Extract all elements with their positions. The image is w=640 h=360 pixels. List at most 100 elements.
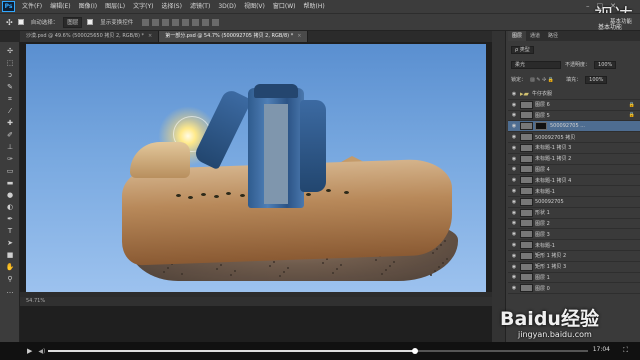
visibility-eye-icon[interactable]: ◉: [508, 145, 520, 151]
visibility-eye-icon[interactable]: ◉: [508, 156, 520, 162]
dodge-tool-icon[interactable]: ◐: [5, 204, 15, 211]
visibility-eye-icon[interactable]: ◉: [508, 285, 520, 291]
visibility-eye-icon[interactable]: ◉: [508, 210, 520, 216]
brush-tool-icon[interactable]: ✐: [5, 132, 15, 139]
layer-row[interactable]: ◉ ▸▰ 牛仔衣服: [508, 89, 640, 100]
visibility-eye-icon[interactable]: ◉: [508, 134, 520, 140]
layer-filter-kind[interactable]: ρ 类型: [511, 45, 534, 54]
panel-tab[interactable]: 通道: [526, 31, 544, 41]
layer-row[interactable]: ◉ 图层 0: [508, 283, 640, 295]
layer-row[interactable]: ◉ 矩形 1 拷贝 3: [508, 262, 640, 273]
panel-tab[interactable]: 路径: [544, 31, 562, 41]
visibility-eye-icon[interactable]: ◉: [508, 102, 520, 108]
document-tab[interactable]: 沙漠.psd @ 49.6% (500025650 拷贝 2, RGB/8) *…: [20, 31, 160, 42]
layer-row[interactable]: ◉ 图层 6 🔒: [508, 100, 640, 111]
lock-icons[interactable]: ▨ ✎ ✣ 🔒: [530, 77, 554, 83]
layer-row[interactable]: ◉ 未标题-1 拷贝 2: [508, 154, 640, 165]
marquee-tool-icon[interactable]: ⬚: [5, 60, 15, 67]
shape-tool-icon[interactable]: ■: [5, 252, 15, 259]
fullscreen-icon[interactable]: ⛶: [623, 346, 628, 355]
visibility-eye-icon[interactable]: ◉: [508, 112, 520, 118]
zoom-tool-icon[interactable]: ⚲: [5, 276, 15, 283]
visibility-eye-icon[interactable]: ◉: [508, 91, 520, 97]
visibility-eye-icon[interactable]: ◉: [508, 166, 520, 172]
move-tool-icon[interactable]: ✣: [6, 18, 13, 27]
crop-tool-icon[interactable]: ⌗: [5, 96, 15, 103]
video-progress-track[interactable]: [48, 348, 588, 354]
layer-row[interactable]: ◉ 图层 3: [508, 229, 640, 241]
healing-tool-icon[interactable]: ✚: [5, 120, 15, 127]
transform-controls-checkbox[interactable]: [87, 19, 94, 25]
pen-tool-icon[interactable]: ✒: [5, 216, 15, 223]
layer-name: 未标题-1: [535, 188, 555, 195]
play-icon[interactable]: ▶: [27, 347, 32, 355]
layer-row[interactable]: ◉ 图层 5 🔒: [508, 111, 640, 122]
move-tool-icon[interactable]: ✣: [5, 48, 15, 55]
visibility-eye-icon[interactable]: ◉: [508, 188, 520, 194]
volume-icon[interactable]: ◀): [38, 348, 45, 355]
layer-mask-thumbnail[interactable]: [535, 122, 547, 131]
panel-tab[interactable]: 图层: [508, 31, 527, 41]
tree-silhouette: [176, 194, 181, 197]
layer-row[interactable]: ◉ 500092705 拷贝: [508, 132, 640, 143]
menu-item[interactable]: 文件(F): [18, 0, 46, 13]
hand-tool-icon[interactable]: ✋: [5, 264, 15, 271]
layer-row[interactable]: ◉ 未标题-1 拷贝 4: [508, 175, 640, 187]
minimize-button[interactable]: –: [586, 0, 590, 13]
lasso-tool-icon[interactable]: ↄ: [5, 72, 15, 79]
auto-select-dropdown[interactable]: 图层: [63, 16, 83, 28]
align-icons[interactable]: [142, 18, 220, 26]
layer-row[interactable]: ◉ 图层 2: [508, 219, 640, 230]
edit-toolbar-icon[interactable]: …: [5, 288, 15, 295]
layer-row[interactable]: ◉ 矩形 1 拷贝 2: [508, 251, 640, 262]
layer-row[interactable]: ◉ 未标题-1 拷贝 3: [508, 143, 640, 154]
layer-row[interactable]: ◉ 未标题-1: [508, 240, 640, 251]
visibility-eye-icon[interactable]: ◉: [508, 123, 520, 129]
menu-item[interactable]: 帮助(H): [300, 0, 329, 13]
fill-field[interactable]: 100%: [585, 75, 608, 84]
visibility-eye-icon[interactable]: ◉: [508, 220, 520, 226]
menu-item[interactable]: 3D(D): [214, 0, 240, 13]
menu-item[interactable]: 图像(I): [75, 0, 101, 13]
menu-item[interactable]: 文字(Y): [129, 0, 157, 13]
layer-row[interactable]: ◉ 500092705: [508, 197, 640, 208]
document-tab[interactable]: 第一部分.psd @ 54.7% (500092705 拷贝 2, RGB/8)…: [159, 31, 309, 42]
tree-silhouette: [188, 196, 193, 199]
eyedropper-tool-icon[interactable]: ⁄: [5, 108, 15, 115]
auto-select-checkbox[interactable]: [17, 19, 24, 25]
rock-speck: [273, 261, 275, 263]
gradient-tool-icon[interactable]: ▬: [5, 180, 15, 187]
layer-row[interactable]: ◉ 500092705 ...: [508, 121, 640, 133]
menu-item[interactable]: 编辑(E): [46, 0, 74, 13]
history-brush-icon[interactable]: ✑: [5, 156, 15, 163]
rock-speck: [163, 271, 165, 273]
opacity-field[interactable]: 100%: [594, 60, 617, 69]
layer-row[interactable]: ◉ 图层 4: [508, 165, 640, 176]
close-tab-icon[interactable]: ×: [297, 33, 301, 39]
quick-select-tool-icon[interactable]: ✎: [5, 84, 15, 91]
visibility-eye-icon[interactable]: ◉: [508, 177, 520, 183]
layer-row[interactable]: ◉ 形状 1: [508, 208, 640, 219]
visibility-eye-icon[interactable]: ◉: [508, 253, 520, 259]
video-progress-knob[interactable]: [412, 348, 419, 354]
close-tab-icon[interactable]: ×: [148, 33, 152, 39]
menu-item[interactable]: 图层(L): [101, 0, 129, 13]
eraser-tool-icon[interactable]: ▭: [5, 168, 15, 175]
menu-item[interactable]: 窗口(W): [269, 0, 300, 13]
blend-mode-dropdown[interactable]: 柔光: [511, 60, 561, 69]
layer-row[interactable]: ◉ 图层 1: [508, 273, 640, 284]
menu-item[interactable]: 选择(S): [157, 0, 186, 13]
visibility-eye-icon[interactable]: ◉: [508, 242, 520, 248]
visibility-eye-icon[interactable]: ◉: [508, 264, 520, 270]
menu-item[interactable]: 滤镜(T): [186, 0, 214, 13]
path-select-tool-icon[interactable]: ➤: [5, 240, 15, 247]
menu-item[interactable]: 视图(V): [240, 0, 269, 13]
document-canvas[interactable]: [26, 44, 486, 299]
type-tool-icon[interactable]: T: [5, 228, 15, 235]
visibility-eye-icon[interactable]: ◉: [508, 274, 520, 280]
blur-tool-icon[interactable]: ●: [5, 192, 15, 199]
layer-row[interactable]: ◉ 未标题-1: [508, 186, 640, 197]
visibility-eye-icon[interactable]: ◉: [508, 199, 520, 205]
stamp-tool-icon[interactable]: ⊥: [5, 144, 15, 151]
visibility-eye-icon[interactable]: ◉: [508, 231, 520, 237]
